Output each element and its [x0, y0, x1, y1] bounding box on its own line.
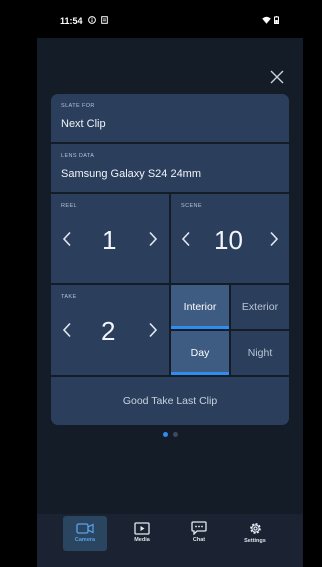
- lens-data-label: LENS DATA: [61, 153, 95, 159]
- scene-control: SCENE 10: [171, 194, 289, 283]
- take-control: TAKE 2: [51, 285, 169, 375]
- tab-media-label: Media: [134, 537, 150, 543]
- slate-screen: SLATE FOR Next Clip LENS DATA Samsung Ga…: [37, 38, 303, 566]
- clipboard-icon: [101, 16, 108, 24]
- tab-settings[interactable]: Settings: [233, 516, 277, 551]
- lens-data-value: Samsung Galaxy S24 24mm: [61, 168, 202, 180]
- slate-for-field[interactable]: SLATE FOR Next Clip: [51, 94, 289, 142]
- close-icon[interactable]: [270, 70, 284, 84]
- page-dot-active[interactable]: [163, 432, 168, 437]
- night-toggle[interactable]: Night: [231, 331, 289, 375]
- tab-chat-label: Chat: [192, 537, 206, 543]
- exterior-toggle[interactable]: Exterior: [231, 285, 289, 329]
- tab-camera-label: Camera: [74, 537, 96, 543]
- status-bar: 11:54: [0, 0, 322, 38]
- take-increment-chevron-right-icon[interactable]: [148, 322, 158, 338]
- gear-icon: [249, 523, 261, 534]
- slate-panel: SLATE FOR Next Clip LENS DATA Samsung Ga…: [51, 94, 289, 425]
- reel-decrement-chevron-left-icon[interactable]: [62, 231, 72, 247]
- lens-data-field[interactable]: LENS DATA Samsung Galaxy S24 24mm: [51, 144, 289, 192]
- wifi-icon: [262, 16, 271, 24]
- day-label: Day: [190, 347, 210, 359]
- slate-for-value: Next Clip: [61, 118, 106, 130]
- scene-increment-chevron-right-icon[interactable]: [269, 231, 279, 247]
- page-indicator: [163, 432, 178, 437]
- take-decrement-chevron-left-icon[interactable]: [62, 322, 72, 338]
- info-icon: [88, 16, 96, 24]
- tab-chat[interactable]: Chat: [177, 516, 221, 551]
- media-icon: [134, 522, 150, 535]
- camera-icon: [76, 523, 94, 534]
- exterior-label: Exterior: [241, 301, 279, 313]
- interior-label: Interior: [183, 301, 217, 313]
- interior-toggle[interactable]: Interior: [171, 285, 229, 329]
- reel-value: 1: [102, 225, 117, 255]
- scene-label: SCENE: [181, 203, 202, 209]
- scene-value: 10: [214, 225, 243, 255]
- night-label: Night: [247, 347, 273, 359]
- good-take-label: Good Take Last Clip: [122, 395, 218, 407]
- tab-media[interactable]: Media: [120, 516, 164, 551]
- tab-camera[interactable]: Camera: [63, 516, 107, 551]
- interior-selected-indicator: [171, 326, 229, 329]
- take-label: TAKE: [61, 294, 77, 300]
- day-selected-indicator: [171, 372, 229, 375]
- status-time: 11:54: [60, 16, 83, 26]
- scene-decrement-chevron-left-icon[interactable]: [181, 231, 191, 247]
- reel-label: REEL: [61, 203, 77, 209]
- bottom-nav: Camera Media Chat Settings: [37, 514, 303, 567]
- chat-icon: [191, 521, 207, 535]
- slate-for-label: SLATE FOR: [61, 103, 95, 109]
- tab-settings-label: Settings: [244, 538, 266, 544]
- take-value: 2: [101, 316, 116, 346]
- good-take-last-clip-button[interactable]: Good Take Last Clip: [51, 377, 289, 425]
- battery-icon: [274, 16, 279, 24]
- page-dot[interactable]: [173, 432, 178, 437]
- reel-control: REEL 1: [51, 194, 169, 283]
- day-toggle[interactable]: Day: [171, 331, 229, 375]
- reel-increment-chevron-right-icon[interactable]: [148, 231, 158, 247]
